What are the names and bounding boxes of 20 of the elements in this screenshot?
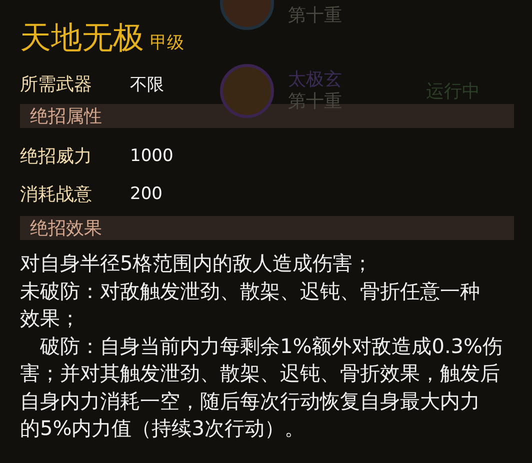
effect-text: 破防：自身当前内力每剩余1%额外对敌造成0.3%伤	[39, 332, 504, 360]
effect-text: 效果；	[20, 305, 81, 332]
section-header: 绝招属性	[20, 104, 514, 128]
requirement-value: 不限	[130, 74, 164, 96]
skill-title: 天地无极	[20, 20, 144, 56]
effect-text: 自身内力消耗一空，随后每次行动恢复自身最大内力	[20, 388, 481, 414]
requirement-label: 所需武器	[20, 73, 93, 96]
stat-label: 消耗战意	[20, 183, 93, 206]
effect-text: 害；并对其触发泄劲、散架、迟钝、骨折效果，触发后	[20, 360, 501, 387]
stat-value: 1000	[130, 146, 174, 166]
section-header: 绝招效果	[20, 216, 514, 240]
stat-label: 绝招威力	[20, 145, 93, 168]
effect-text: 的5%内力值（持续3次行动）。	[20, 415, 306, 442]
effect-text: 对自身半径5格范围内的敌人造成伤害；	[20, 250, 374, 277]
grade-label: 甲级	[150, 32, 184, 54]
skill-level: 第十重	[288, 4, 342, 27]
stat-value: 200	[130, 184, 162, 204]
effect-text: 未破防：对敌触发泄劲、散架、迟钝、骨折任意一种	[20, 278, 481, 304]
skill-icon	[220, 64, 274, 118]
skill-name: 太极玄	[288, 69, 342, 91]
